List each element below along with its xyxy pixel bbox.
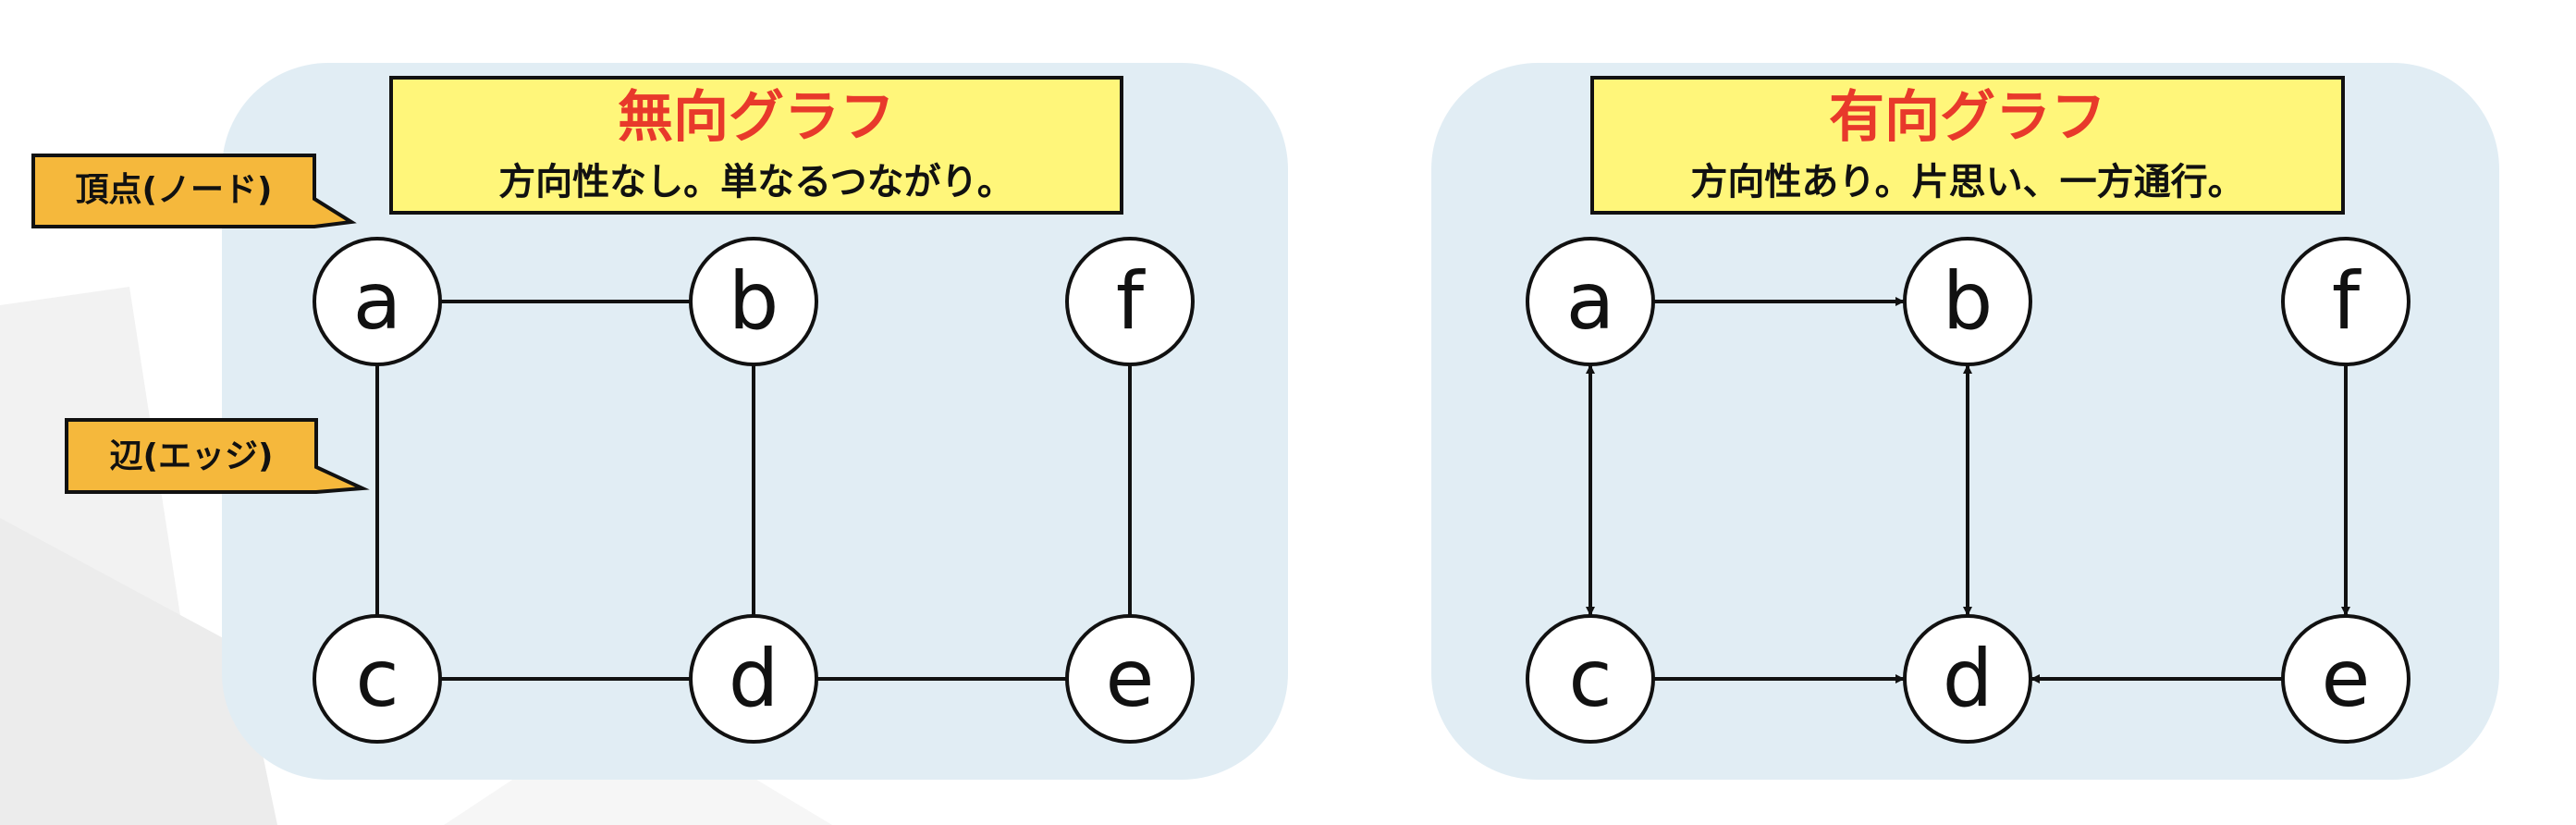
undirected-node-label-a: a bbox=[353, 255, 402, 348]
undirected-title: 無向グラフ bbox=[618, 85, 895, 150]
undirected-subtitle: 方向性なし。単なるつながり。 bbox=[498, 161, 1014, 203]
directed-title: 有向グラフ bbox=[1829, 85, 2106, 150]
directed-node-label-e: e bbox=[2322, 633, 2371, 725]
directed-node-label-d: d bbox=[1943, 633, 1993, 725]
undirected-title-box: 無向グラフ 方向性なし。単なるつながり。 bbox=[389, 76, 1123, 215]
undirected-node-label-b: b bbox=[729, 255, 779, 348]
directed-node-label-c: c bbox=[1568, 633, 1612, 725]
undirected-node-label-f: f bbox=[1116, 255, 1146, 348]
directed-node-f: f bbox=[2281, 237, 2410, 366]
edge-callout-label: 辺(エッジ) bbox=[110, 437, 274, 475]
edge-callout: 辺(エッジ) bbox=[65, 418, 370, 494]
undirected-node-b: b bbox=[689, 237, 818, 366]
directed-node-label-f: f bbox=[2332, 255, 2361, 348]
directed-graph-panel: 有向グラフ 方向性あり。片思い、一方通行。 a b f c d e bbox=[1431, 63, 2499, 780]
directed-node-d: d bbox=[1903, 614, 2032, 744]
directed-node-label-a: a bbox=[1566, 255, 1615, 348]
directed-subtitle: 方向性あり。片思い、一方通行。 bbox=[1690, 161, 2244, 203]
directed-node-e: e bbox=[2281, 614, 2410, 744]
graph-diagram: 無向グラフ 方向性なし。単なるつながり。 a b f c d e 有向グラフ 方向性あり。… bbox=[0, 63, 2499, 825]
undirected-node-f: f bbox=[1065, 237, 1195, 366]
undirected-node-label-d: d bbox=[729, 633, 779, 725]
directed-title-box: 有向グラフ 方向性あり。片思い、一方通行。 bbox=[1590, 76, 2345, 215]
graph-comparison-figure: 無向グラフ 方向性なし。単なるつながり。 a b f c d e 有向グラフ 方向性あり。… bbox=[0, 0, 2576, 825]
undirected-node-c: c bbox=[313, 614, 442, 744]
vertex-callout-label: 頂点(ノード) bbox=[76, 171, 273, 209]
undirected-node-a: a bbox=[313, 237, 442, 366]
vertex-callout: 頂点(ノード) bbox=[31, 154, 357, 228]
undirected-node-label-e: e bbox=[1106, 633, 1155, 725]
undirected-node-label-c: c bbox=[355, 633, 399, 725]
directed-node-b: b bbox=[1903, 237, 2032, 366]
undirected-node-d: d bbox=[689, 614, 818, 744]
directed-node-label-b: b bbox=[1943, 255, 1993, 348]
directed-node-c: c bbox=[1526, 614, 1655, 744]
undirected-node-e: e bbox=[1065, 614, 1195, 744]
directed-node-a: a bbox=[1526, 237, 1655, 366]
undirected-graph-panel: 無向グラフ 方向性なし。単なるつながり。 a b f c d e bbox=[222, 63, 1288, 780]
